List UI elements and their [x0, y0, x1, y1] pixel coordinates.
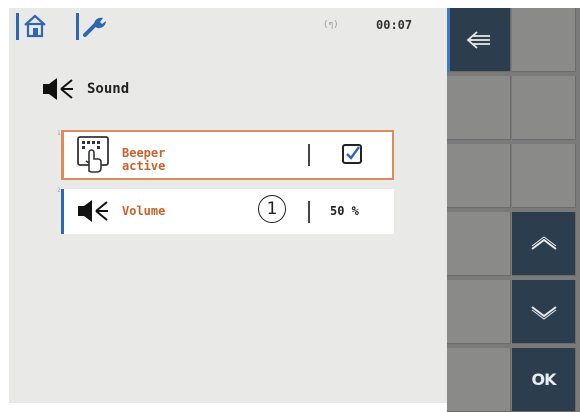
speaker-icon — [43, 78, 73, 100]
row-index: 2 — [57, 187, 61, 194]
softkey-bar: OK — [447, 8, 580, 412]
home-icon — [24, 14, 46, 38]
softkey-empty[interactable] — [512, 76, 576, 140]
clock: 00:07 — [376, 18, 413, 32]
softkey-empty[interactable] — [447, 144, 511, 208]
row-index: 1 — [57, 130, 61, 137]
chevron-down-icon — [530, 305, 557, 320]
ok-label: OK — [531, 370, 557, 389]
volume-value: 50 % — [330, 204, 359, 218]
softkey-empty[interactable] — [447, 76, 511, 140]
callout-marker: 1 — [258, 195, 286, 223]
section-title: Sound — [87, 81, 130, 97]
speaker-icon — [78, 200, 108, 222]
volume-label: Volume — [122, 204, 166, 218]
softkey-empty[interactable] — [512, 144, 576, 208]
beeper-hand-icon — [77, 136, 109, 173]
beeper-label-line2: active — [122, 159, 166, 173]
softkey-empty[interactable] — [447, 212, 511, 276]
home-marker — [16, 12, 19, 40]
section-header: Sound — [41, 76, 129, 102]
chevron-up-icon — [530, 235, 557, 250]
param-row-volume[interactable]: 2 Volume 1 50 % — [57, 187, 394, 234]
ok-softkey[interactable]: OK — [512, 348, 576, 412]
beeper-label: Beeper active — [122, 147, 165, 173]
softkey-empty[interactable] — [447, 280, 511, 344]
param-row-beeper-active[interactable]: 1 Beeper active — [57, 130, 394, 180]
softkey-empty[interactable] — [447, 348, 511, 412]
settings-marker — [76, 12, 79, 40]
back-softkey-highlight — [447, 8, 450, 72]
row-divider — [308, 144, 310, 166]
wrench-icon — [83, 17, 106, 37]
terminal-screen: (ๆ) 00:07 Sound 1 Beeper active 2 Volume… — [0, 0, 580, 412]
check-icon — [346, 146, 360, 160]
softkey-empty[interactable] — [512, 8, 576, 72]
down-softkey[interactable] — [512, 280, 576, 344]
up-softkey[interactable] — [512, 212, 576, 276]
back-arrow-icon — [466, 30, 490, 49]
beeper-active-checkbox[interactable] — [342, 144, 362, 164]
home-button[interactable] — [16, 11, 48, 41]
back-softkey[interactable] — [447, 8, 511, 72]
settings-button[interactable] — [76, 11, 108, 41]
signal-indicator: (ๆ) — [323, 20, 339, 30]
row-divider — [308, 201, 310, 223]
